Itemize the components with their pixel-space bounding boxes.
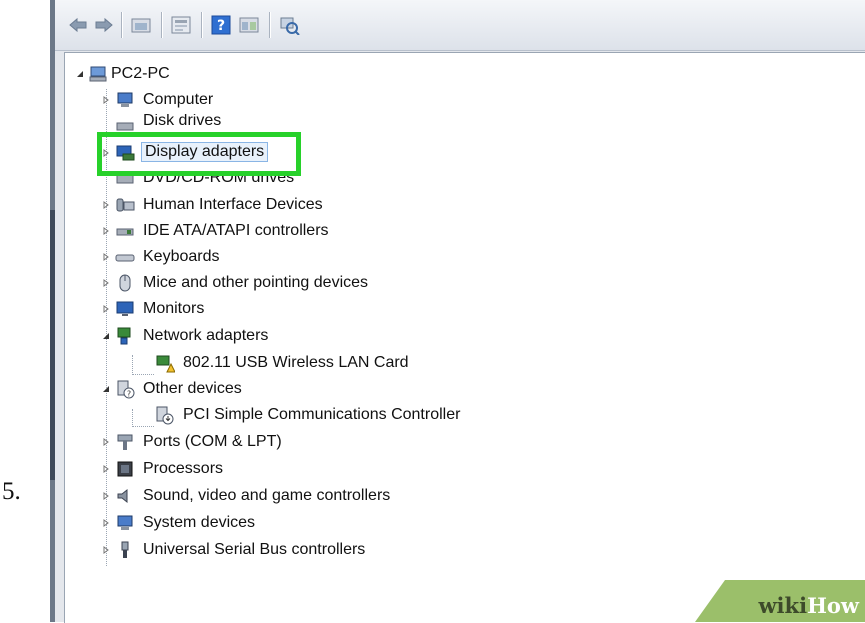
step-number: 5. [2, 478, 21, 505]
mouse-icon [115, 273, 135, 293]
toolbar: ? [55, 0, 865, 51]
tree-item-computer[interactable]: Computer [101, 89, 401, 111]
back-button[interactable] [67, 15, 89, 35]
tree-item-label: IDE ATA/ATAPI controllers [143, 222, 329, 239]
forward-arrow-icon [95, 17, 113, 33]
network-adapter-icon [115, 326, 135, 346]
tree-connector [132, 374, 154, 375]
tree-item-processors[interactable]: Processors [101, 458, 421, 480]
ide-controller-icon [115, 221, 135, 241]
tree-item-monitors[interactable]: Monitors [101, 298, 421, 320]
other-devices-icon: ? [115, 379, 135, 399]
tree-item-label: Processors [143, 460, 224, 477]
tree-item-label: Computer [143, 91, 214, 108]
expand-arrow-icon[interactable] [101, 545, 111, 555]
tree-item-label: 802.11 USB Wireless LAN Card [183, 354, 409, 371]
collapse-arrow-icon[interactable] [75, 69, 85, 79]
tree-item-label: Universal Serial Bus controllers [143, 541, 366, 558]
tree-item-label: Human Interface Devices [143, 196, 323, 213]
expand-arrow-icon[interactable] [101, 95, 111, 105]
tree-item-label: Keyboards [143, 248, 220, 265]
forward-button[interactable] [93, 15, 115, 35]
tree-item-usb-controllers[interactable]: Universal Serial Bus controllers [101, 539, 481, 561]
network-warning-icon [155, 353, 176, 373]
usb-icon [115, 540, 135, 560]
processor-icon [115, 459, 135, 479]
svg-text:?: ? [217, 18, 225, 34]
collapse-arrow-icon[interactable] [101, 331, 111, 341]
tree-item-wireless-lan-card[interactable]: 802.11 USB Wireless LAN Card [155, 352, 515, 374]
back-arrow-icon [69, 17, 87, 33]
system-devices-icon [115, 513, 135, 533]
highlight-box [97, 132, 301, 176]
port-icon [115, 432, 135, 452]
scan-hardware-button[interactable] [277, 15, 301, 35]
tree-item-label: Network adapters [143, 327, 269, 344]
tree-item-ide-controllers[interactable]: IDE ATA/ATAPI controllers [101, 220, 421, 242]
tree-item-system-devices[interactable]: System devices [101, 512, 421, 534]
properties-icon [171, 16, 191, 34]
tree-item-label: Mice and other pointing devices [143, 274, 369, 291]
window-left-border [50, 0, 55, 622]
expand-arrow-icon[interactable] [101, 304, 111, 314]
tree-item-label: Monitors [143, 300, 205, 317]
watermark-logo: wikiHow [695, 580, 865, 622]
expand-arrow-icon[interactable] [101, 491, 111, 501]
tree-item-sound-controllers[interactable]: Sound, video and game controllers [101, 485, 481, 507]
computer-icon [115, 90, 135, 110]
console-view-icon [239, 17, 259, 33]
tree-item-label: System devices [143, 514, 256, 531]
tree-item-keyboards[interactable]: Keyboards [101, 246, 421, 268]
tree-item-disk-drives[interactable]: Disk drives [101, 114, 401, 134]
expand-arrow-icon[interactable] [101, 252, 111, 262]
hid-icon [115, 195, 135, 215]
svg-text:?: ? [127, 390, 131, 399]
up-button[interactable] [129, 15, 153, 35]
tree-connector [132, 426, 154, 427]
help-button[interactable]: ? [209, 15, 233, 35]
tree-item-label: Disk drives [143, 114, 222, 129]
device-manager-window: ? PC2-PC Computer Disk drives Display ad… [50, 0, 865, 623]
unknown-device-icon [155, 405, 175, 425]
tree-item-dvd-drives[interactable]: DVD/CD-ROM drives [101, 175, 401, 189]
tree-item-root[interactable]: PC2-PC [75, 63, 375, 85]
tree-item-human-interface-devices[interactable]: Human Interface Devices [101, 194, 421, 216]
tree-item-label: PC2-PC [111, 65, 170, 82]
keyboard-icon [115, 247, 135, 267]
view-button[interactable] [237, 15, 261, 35]
tree-item-label: Other devices [143, 380, 242, 397]
tree-item-label: PCI Simple Communications Controller [183, 406, 461, 423]
expand-arrow-icon[interactable] [101, 226, 111, 236]
folder-up-icon [131, 18, 151, 33]
collapse-arrow-icon[interactable] [101, 384, 111, 394]
expand-arrow-icon[interactable] [101, 437, 111, 447]
tree-item-label: Sound, video and game controllers [143, 487, 391, 504]
monitor-icon [115, 299, 135, 319]
tree-item-pci-controller[interactable]: PCI Simple Communications Controller [155, 404, 575, 426]
scan-hardware-icon [280, 17, 300, 35]
tree-item-other-devices[interactable]: ? Other devices [101, 378, 421, 400]
expand-arrow-icon[interactable] [101, 278, 111, 288]
tree-item-mice[interactable]: Mice and other pointing devices [101, 272, 461, 294]
help-icon: ? [211, 15, 231, 35]
tree-item-label: Ports (COM & LPT) [143, 433, 282, 450]
expand-arrow-icon[interactable] [101, 200, 111, 210]
tree-connector [132, 355, 133, 375]
tree-connector [132, 409, 133, 427]
device-tree: PC2-PC Computer Disk drives Display adap… [64, 52, 865, 623]
expand-arrow-icon[interactable] [101, 518, 111, 528]
sound-icon [115, 486, 135, 506]
tree-item-label: DVD/CD-ROM drives [143, 175, 295, 186]
dvd-drive-icon [115, 175, 135, 189]
computer-icon [88, 64, 108, 84]
tree-item-network-adapters[interactable]: Network adapters [101, 325, 421, 347]
tree-item-ports[interactable]: Ports (COM & LPT) [101, 431, 421, 453]
expand-arrow-icon[interactable] [101, 464, 111, 474]
properties-button[interactable] [169, 15, 193, 35]
